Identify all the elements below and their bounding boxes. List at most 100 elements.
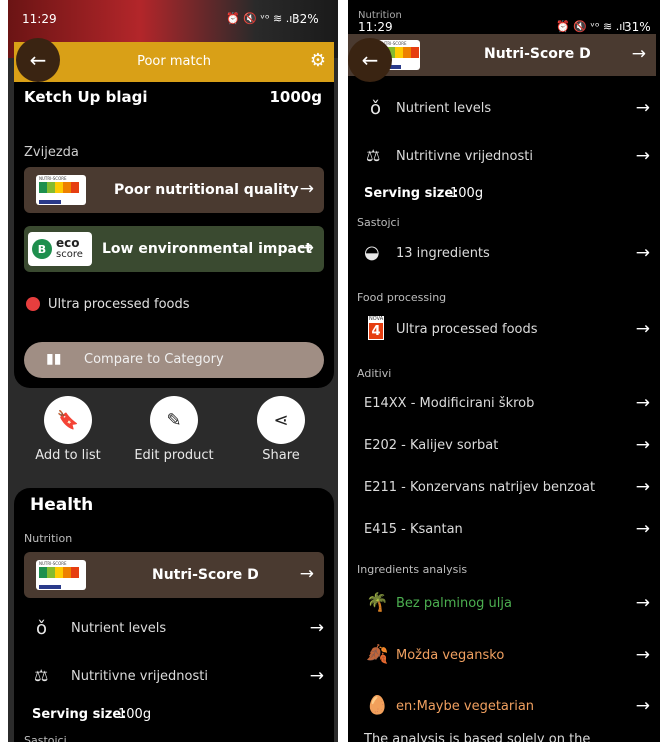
status-icons: ⏰ 🔇 ᵛᵒ ≋ .ıl xyxy=(226,12,296,25)
brand-label: Zvijezda xyxy=(24,145,79,160)
arrow-left-icon: ← xyxy=(29,48,47,72)
additive-label: E415 - Ksantan xyxy=(364,522,463,537)
add-to-list-button[interactable]: 🔖 xyxy=(44,396,92,444)
share-button[interactable]: ⋖ xyxy=(257,396,305,444)
nutriscore-row[interactable]: NUTRI-SCORE Nutri-Score D → xyxy=(24,552,324,598)
additive-row[interactable]: E14XX - Modificirani škrob → xyxy=(348,384,660,424)
bar-chart-icon: ▮▮ xyxy=(46,351,62,367)
status-icons: ⏰ 🔇 ᵛᵒ ≋ .ıl xyxy=(556,20,626,33)
scale-icon: ⚖ xyxy=(366,146,381,165)
status-battery: 31% xyxy=(624,20,651,34)
arrow-right-icon: → xyxy=(309,666,324,686)
share-icon: ⋖ xyxy=(273,409,289,431)
nutritional-values-label: Nutritivne vrijednosti xyxy=(396,149,533,164)
egg-icon: 🥚 xyxy=(366,695,389,716)
additive-label: E211 - Konzervans natrijev benzoat xyxy=(364,480,596,495)
status-battery: 32% xyxy=(292,12,319,26)
ingredients-section-label: Sastojci xyxy=(357,216,400,229)
compare-to-category-button[interactable]: ▮▮ Compare to Category xyxy=(24,342,324,378)
ingredients-section-label: Sastojci xyxy=(24,734,67,742)
eco-score-row[interactable]: B eco score Low environmental impact → xyxy=(24,226,324,272)
apple-icon: ǒ xyxy=(370,98,382,119)
nutrient-levels-row[interactable]: ǒ Nutrient levels → xyxy=(348,88,660,128)
nutritional-values-row[interactable]: ⚖ Nutritivne vrijednosti → xyxy=(14,656,334,696)
arrow-right-icon: → xyxy=(635,645,650,665)
arrow-right-icon: → xyxy=(635,319,650,339)
gear-icon[interactable]: ⚙ xyxy=(310,50,326,71)
product-quantity: 1000g xyxy=(269,88,323,106)
leaf-icon: 🍂 xyxy=(366,644,389,665)
share-label: Share xyxy=(262,448,300,463)
food-processing-section-label: Food processing xyxy=(357,291,447,304)
compare-label: Compare to Category xyxy=(84,352,224,367)
arrow-right-icon: → xyxy=(635,519,650,539)
nutriscore-badge-icon: NUTRI-SCORE xyxy=(36,175,86,205)
right-phone-screen: Nutrition 11:29 ⏰ 🔇 ᵛᵒ ≋ .ıl 31% NUTRI-S… xyxy=(348,0,660,742)
edit-product-label: Edit product xyxy=(134,448,214,463)
health-title: Health xyxy=(30,495,94,515)
additive-label: E14XX - Modificirani škrob xyxy=(364,396,535,411)
pencil-icon: ✎ xyxy=(166,409,182,431)
arrow-right-icon: → xyxy=(635,477,650,497)
additive-row[interactable]: E202 - Kalijev sorbat → xyxy=(348,426,660,466)
nutrient-levels-label: Nutrient levels xyxy=(396,101,492,116)
status-time: 11:29 xyxy=(358,20,393,34)
product-name: Ketch Up blagi xyxy=(24,88,148,106)
nova-label: Ultra processed foods xyxy=(396,322,538,337)
serving-size-value: 100g xyxy=(450,186,484,201)
nutritional-values-row[interactable]: ⚖ Nutritivne vrijednosti → xyxy=(348,136,660,176)
scale-icon: ⚖ xyxy=(34,666,49,685)
nutritional-values-label: Nutritivne vrijednosti xyxy=(71,669,208,684)
additives-section-label: Aditivi xyxy=(357,367,392,380)
additive-row[interactable]: E415 - Ksantan → xyxy=(348,510,660,550)
arrow-right-icon: → xyxy=(299,564,314,584)
arrow-right-icon: → xyxy=(635,393,650,413)
arrow-right-icon: → xyxy=(635,146,650,166)
arrow-left-icon: ← xyxy=(361,48,379,72)
arrow-right-icon: → xyxy=(635,243,650,263)
ingredients-row[interactable]: ◒ 13 ingredients → xyxy=(348,234,660,274)
nutrient-levels-row[interactable]: ǒ Nutrient levels → xyxy=(14,608,334,648)
edit-product-button[interactable]: ✎ xyxy=(150,396,198,444)
arrow-right-icon: → xyxy=(635,98,650,118)
analysis-footnote: The analysis is based solely on the xyxy=(364,732,591,742)
match-label: Poor match xyxy=(137,54,211,69)
nova-badge-top: NOVA xyxy=(369,316,384,322)
eco-label: Low environmental impact xyxy=(102,241,312,257)
analysis-label: Možda vegansko xyxy=(396,648,505,663)
serving-size-value: 100g xyxy=(118,707,152,722)
arrow-right-icon: → xyxy=(631,44,646,64)
match-bar: Poor match ⚙ xyxy=(14,42,334,82)
back-button[interactable]: ← xyxy=(16,38,60,82)
eco-badge-top: eco xyxy=(56,236,80,250)
nova-label: Ultra processed foods xyxy=(48,297,190,312)
ingredients-analysis-section-label: Ingredients analysis xyxy=(357,563,468,576)
nutrient-levels-label: Nutrient levels xyxy=(71,621,167,636)
analysis-row-vegan[interactable]: 🍂 Možda vegansko → xyxy=(348,636,660,676)
arrow-right-icon: → xyxy=(309,618,324,638)
additive-label: E202 - Kalijev sorbat xyxy=(364,438,499,453)
analysis-label: en:Maybe vegetarian xyxy=(396,699,535,714)
analysis-row-palm-oil[interactable]: 🌴 Bez palminog ulja → xyxy=(348,584,660,624)
additive-row[interactable]: E211 - Konzervans natrijev benzoat → xyxy=(348,468,660,508)
nutrition-section-label: Nutrition xyxy=(24,532,73,545)
bowl-icon: ◒ xyxy=(364,242,380,263)
back-button[interactable]: ← xyxy=(348,38,392,82)
eco-score-badge-icon: B eco score xyxy=(28,232,92,266)
eco-grade: B xyxy=(32,239,52,259)
analysis-row-vegetarian[interactable]: 🥚 en:Maybe vegetarian → xyxy=(348,687,660,727)
status-time: 11:29 xyxy=(22,12,57,26)
arrow-right-icon: → xyxy=(635,435,650,455)
nutrition-quality-row[interactable]: NUTRI-SCORE Poor nutritional quality → xyxy=(24,167,324,213)
arrow-right-icon: → xyxy=(635,593,650,613)
eco-badge-bottom: score xyxy=(56,249,83,260)
nova-row[interactable]: NOVA 4 Ultra processed foods → xyxy=(348,310,660,350)
palm-tree-icon: 🌴 xyxy=(366,592,389,613)
analysis-label: Bez palminog ulja xyxy=(396,596,512,611)
nova-dot-icon xyxy=(26,297,40,311)
nova-badge-icon: NOVA 4 xyxy=(368,316,384,340)
nutriscore-badge-icon: NUTRI-SCORE xyxy=(36,560,86,590)
header-title: Nutri-Score D xyxy=(484,46,591,62)
arrow-right-icon: → xyxy=(299,179,314,199)
ingredients-count: 13 ingredients xyxy=(396,246,490,261)
